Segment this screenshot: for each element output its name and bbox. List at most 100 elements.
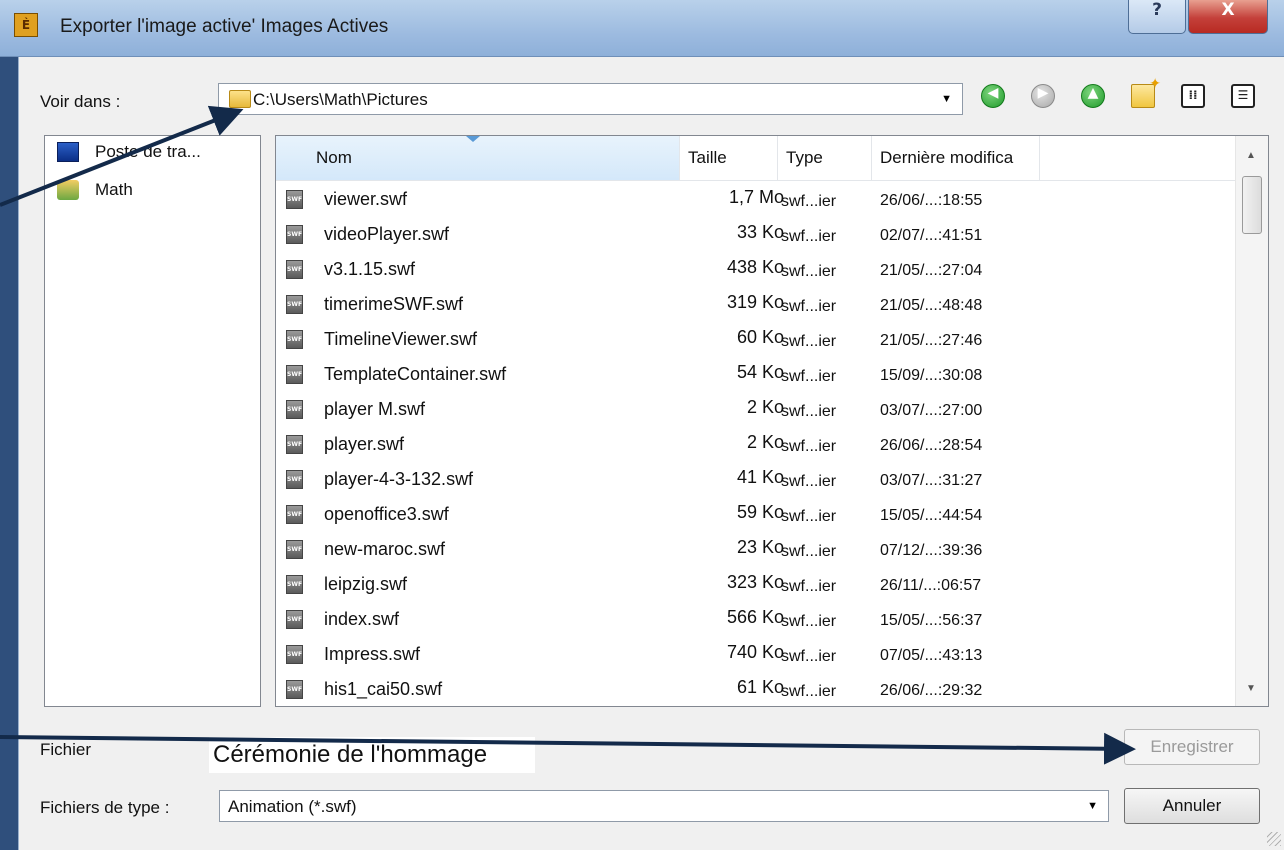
file-size: 740 Ko	[726, 642, 784, 662]
file-name: player.swf	[324, 434, 405, 454]
file-row[interactable]: SWF leipzig.swf 323 Ko swf...ier 26/11/...:0…	[276, 566, 1236, 601]
file-row[interactable]: SWF player.swf 2 Ko swf...ier 26/06/...:28:5…	[276, 426, 1236, 461]
file-size: 438 Ko	[726, 257, 784, 277]
file-size: 566 Ko	[726, 607, 784, 627]
file-row[interactable]: SWF player M.swf 2 Ko swf...ier 03/07/...:27…	[276, 391, 1236, 426]
vertical-scrollbar[interactable]: ▲ ▼	[1235, 136, 1268, 706]
file-size: 33 Ko	[736, 222, 784, 242]
file-row[interactable]: SWF Impress.swf 740 Ko swf...ier 07/05/...:4…	[276, 636, 1236, 671]
resize-grip[interactable]	[1267, 832, 1281, 846]
file-row[interactable]: SWF videoPlayer.swf 33 Ko swf...ier 02/07/..…	[276, 216, 1236, 251]
file-row[interactable]: SWF TimelineViewer.swf 60 Ko swf...ier 21/05…	[276, 321, 1236, 356]
swf-file-icon: SWF	[286, 470, 303, 489]
file-name: v3.1.15.swf	[324, 259, 416, 279]
filename-input[interactable]: Cérémonie de l'hommage	[209, 737, 535, 773]
column-type[interactable]: Type	[778, 136, 872, 180]
file-size: 1,7 Mo	[728, 187, 784, 207]
file-name: timerimeSWF.swf	[324, 294, 463, 314]
cancel-button[interactable]: Annuler	[1124, 788, 1260, 824]
file-list: Nom Taille Type Dernière modifica SWF vie…	[275, 135, 1269, 707]
file-name: Impress.swf	[324, 644, 421, 664]
file-modified: 26/11/...:06:57	[880, 577, 982, 594]
look-in-combo[interactable]: C:\Users\Math\Pictures ▼	[218, 83, 963, 115]
filetype-combo[interactable]: Animation (*.swf) ▼	[219, 790, 1109, 822]
file-size: 319 Ko	[726, 292, 784, 312]
file-size: 2 Ko	[746, 397, 784, 417]
scroll-down-icon[interactable]: ▼	[1246, 683, 1256, 694]
file-type: swf...ier	[781, 543, 837, 560]
details-view-icon[interactable]: ☰	[1231, 84, 1255, 108]
file-modified: 07/05/...:43:13	[880, 647, 983, 664]
file-name: player M.swf	[324, 399, 426, 419]
swf-file-icon: SWF	[286, 330, 303, 349]
file-type: swf...ier	[781, 333, 837, 350]
forward-icon[interactable]: ▶	[1031, 84, 1055, 108]
file-type: swf...ier	[781, 263, 837, 280]
file-type: swf...ier	[781, 473, 837, 490]
file-modified: 03/07/...:27:00	[880, 402, 983, 419]
places-panel: Poste de tra... Math	[44, 135, 261, 707]
file-size: 2 Ko	[746, 432, 784, 452]
swf-file-icon: SWF	[286, 190, 303, 209]
back-icon[interactable]: ◀	[981, 84, 1005, 108]
column-modified[interactable]: Dernière modifica	[872, 136, 1040, 180]
file-modified: 26/06/...:18:55	[880, 192, 983, 209]
swf-file-icon: SWF	[286, 610, 303, 629]
file-size: 54 Ko	[736, 362, 784, 382]
column-type-label: Type	[786, 148, 823, 167]
file-size: 41 Ko	[736, 467, 784, 487]
file-row[interactable]: SWF player-4-3-132.swf 41 Ko swf...ier 03/07…	[276, 461, 1236, 496]
look-in-label: Voir dans :	[40, 92, 121, 111]
swf-file-icon: SWF	[286, 225, 303, 244]
swf-file-icon: SWF	[286, 505, 303, 524]
file-size: 23 Ko	[736, 537, 784, 557]
file-name: viewer.swf	[324, 189, 408, 209]
file-type: swf...ier	[781, 193, 837, 210]
swf-file-icon: SWF	[286, 540, 303, 559]
close-button[interactable]: X	[1188, 0, 1268, 34]
swf-file-icon: SWF	[286, 645, 303, 664]
file-row[interactable]: SWF v3.1.15.swf 438 Ko swf...ier 21/05/...:2…	[276, 251, 1236, 286]
file-type: swf...ier	[781, 578, 837, 595]
up-folder-icon[interactable]: ▲	[1081, 84, 1105, 108]
column-name-label: Nom	[316, 148, 352, 167]
file-row[interactable]: SWF TemplateContainer.swf 54 Ko swf...ier 15…	[276, 356, 1236, 391]
swf-file-icon: SWF	[286, 260, 303, 279]
file-size: 59 Ko	[736, 502, 784, 522]
scroll-up-icon[interactable]: ▲	[1246, 150, 1256, 161]
list-view-icon[interactable]: ⁞⁞	[1181, 84, 1205, 108]
swf-file-icon: SWF	[286, 295, 303, 314]
file-size: 323 Ko	[726, 572, 784, 592]
file-modified: 21/05/...:27:46	[880, 332, 983, 349]
swf-file-icon: SWF	[286, 400, 303, 419]
file-modified: 02/07/...:41:51	[880, 227, 983, 244]
file-modified: 15/05/...:56:37	[880, 612, 983, 629]
help-button[interactable]: ?	[1128, 0, 1186, 34]
column-headers: Nom Taille Type Dernière modifica	[276, 136, 1236, 181]
file-row[interactable]: SWF timerimeSWF.swf 319 Ko swf...ier 21/05/.…	[276, 286, 1236, 321]
user-folder-icon	[57, 180, 79, 200]
column-size-label: Taille	[688, 148, 727, 167]
file-row[interactable]: SWF index.swf 566 Ko swf...ier 15/05/...:56:…	[276, 601, 1236, 636]
new-folder-icon[interactable]: ✦	[1131, 76, 1161, 108]
title-bar: Ѐ Exporter l'image active' Images Active…	[0, 0, 1284, 57]
file-type: swf...ier	[781, 228, 837, 245]
file-modified: 26/06/...:29:32	[880, 682, 983, 699]
file-type: swf...ier	[781, 438, 837, 455]
file-row[interactable]: SWF new-maroc.swf 23 Ko swf...ier 07/12/...:…	[276, 531, 1236, 566]
file-row[interactable]: SWF viewer.swf 1,7 Mo swf...ier 26/06/...:18…	[276, 181, 1236, 216]
scroll-thumb[interactable]	[1242, 176, 1262, 234]
file-row[interactable]: SWF his1_cai50.swf 61 Ko swf...ier 26/06/...…	[276, 671, 1236, 706]
file-type: swf...ier	[781, 403, 837, 420]
file-type: swf...ier	[781, 683, 837, 700]
column-name[interactable]: Nom	[276, 136, 680, 180]
swf-file-icon: SWF	[286, 680, 303, 699]
place-label: Poste de tra...	[95, 142, 201, 161]
column-size[interactable]: Taille	[680, 136, 778, 180]
file-name: TemplateContainer.swf	[324, 364, 507, 384]
look-in-path: C:\Users\Math\Pictures	[253, 90, 428, 109]
save-button[interactable]: Enregistrer	[1124, 729, 1260, 765]
filetype-label: Fichiers de type :	[40, 798, 170, 817]
computer-icon	[57, 142, 79, 162]
file-row[interactable]: SWF openoffice3.swf 59 Ko swf...ier 15/05/..…	[276, 496, 1236, 531]
